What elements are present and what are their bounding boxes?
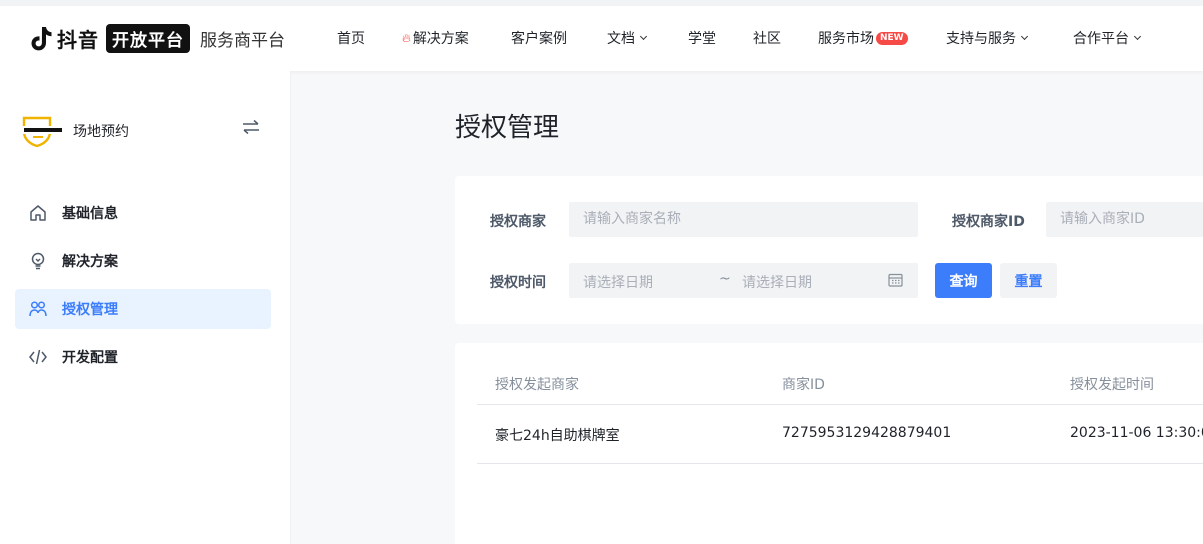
table-header-divider [477,404,1203,405]
merchant-id-label: 授权商家ID [952,214,1025,230]
nav-item-market[interactable]: 服务市场 NEW [818,28,908,48]
merchant-id-input[interactable]: 请输入商家ID [1046,202,1203,237]
top-nav-bar: 抖音 开放平台 服务商平台 首页 🔥︎ 解决方案 客户案例 文档 学堂 社区 服务… [0,0,1203,71]
merchant-name-input[interactable]: 请输入商家名称 [569,202,918,237]
nav-label: 合作平台 [1073,31,1129,47]
nav-item-community[interactable]: 社区 [753,28,781,48]
nav-item-academy[interactable]: 学堂 [688,28,716,48]
start-date-input[interactable]: 请选择日期 [583,272,653,292]
nav-label: 首页 [337,31,365,47]
app-header: 场地预约 [21,114,129,148]
app-logo-icon [22,116,64,148]
nav-label: 客户案例 [511,31,567,47]
column-header: 商家ID [782,377,825,393]
reset-button[interactable]: 重置 [1000,263,1057,298]
nav-item-partners[interactable]: 合作平台 [1073,28,1142,48]
row-divider [477,463,1203,464]
fire-icon: 🔥︎ [402,30,411,45]
end-date-input[interactable]: 请选择日期 [742,272,812,292]
nav-item-home[interactable]: 首页 [337,28,365,48]
nav-label: 支持与服务 [946,31,1016,47]
new-badge: NEW [876,31,908,45]
switch-icon[interactable] [241,119,261,135]
time-label: 授权时间 [490,275,546,291]
cell-merchant: 豪七24h自助棋牌室 [495,428,620,444]
column-header: 授权发起时间 [1070,377,1154,393]
code-icon [29,349,47,365]
sidebar-item-label: 解决方案 [62,254,118,270]
calendar-icon[interactable] [888,273,903,287]
sidebar-item-label: 基础信息 [62,206,118,222]
sidebar-item-label: 开发配置 [62,350,118,366]
app-name: 场地预约 [73,124,129,140]
bulb-icon [31,252,45,270]
nav-item-support[interactable]: 支持与服务 [946,28,1029,48]
cell-auth-time: 2023-11-06 13:30:05 [1070,425,1203,441]
sidebar: 场地预约 基础信息 解决方案 授权管理 开发配置 [0,71,291,544]
date-separator: ~ [719,271,731,287]
sidebar-item-basic-info[interactable]: 基础信息 [15,193,271,233]
nav-label: 社区 [753,31,781,47]
chevron-down-icon [1133,32,1142,41]
sidebar-item-authorization[interactable]: 授权管理 [15,289,271,329]
query-button[interactable]: 查询 [935,263,992,298]
sidebar-menu: 基础信息 解决方案 授权管理 开发配置 [15,193,271,385]
users-icon [29,301,47,317]
cell-merchant-id: 7275953129428879401 [782,425,952,441]
chevron-down-icon [639,32,648,41]
home-icon [30,205,46,221]
nav-label: 解决方案 [412,31,469,47]
sidebar-item-dev-config[interactable]: 开发配置 [15,337,271,377]
page-title: 授权管理 [455,113,560,143]
nav-label: 文档 [607,31,635,47]
auth-table: 授权发起商家 商家ID 授权发起时间 豪七24h自助棋牌室 7275953129… [455,343,1203,544]
nav-item-docs[interactable]: 文档 [607,28,648,48]
filter-card: 授权商家 请输入商家名称 授权商家ID 请输入商家ID 授权时间 请选择日期 ~… [455,176,1203,324]
nav-label: 服务市场 [818,31,874,47]
sidebar-item-label: 授权管理 [62,302,118,318]
merchant-label: 授权商家 [490,214,546,230]
date-range-picker[interactable]: 请选择日期 ~ 请选择日期 [569,263,918,298]
main-nav: 首页 🔥︎ 解决方案 客户案例 文档 学堂 社区 服务市场 NEW 支持与服务 合作… [0,6,1203,71]
nav-item-solutions[interactable]: 🔥︎ 解决方案 [402,28,469,48]
sidebar-item-solutions[interactable]: 解决方案 [15,241,271,281]
column-header: 授权发起商家 [495,377,579,393]
nav-label: 学堂 [688,31,716,47]
chevron-down-icon [1020,32,1029,41]
nav-item-cases[interactable]: 客户案例 [511,28,567,48]
